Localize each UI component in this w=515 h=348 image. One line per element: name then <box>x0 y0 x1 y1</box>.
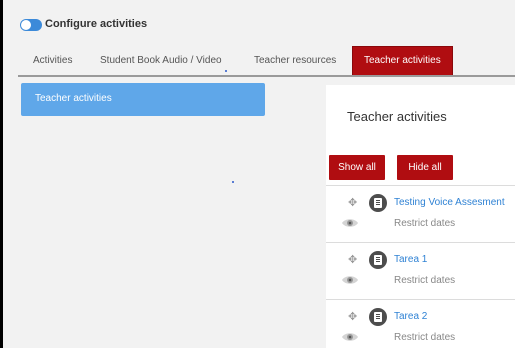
eye-icon[interactable] <box>342 218 358 228</box>
restrict-dates-link[interactable]: Restrict dates <box>394 275 455 286</box>
activity-link[interactable]: Testing Voice Assesment <box>394 197 505 208</box>
eye-icon[interactable] <box>342 332 358 342</box>
hide-all-button[interactable]: Hide all <box>397 155 453 180</box>
show-all-button[interactable]: Show all <box>329 155 385 180</box>
tab-teacher-activities[interactable]: Teacher activities <box>352 46 453 75</box>
move-icon[interactable]: ✥ <box>348 310 357 323</box>
move-icon[interactable]: ✥ <box>348 253 357 266</box>
cursor-dot <box>225 70 227 72</box>
page-title: Configure activities <box>45 18 148 30</box>
list-item: ✥ Testing Voice Assesment Restrict dates <box>326 185 515 242</box>
list-item: ✥ Tarea 2 Restrict dates <box>326 299 515 348</box>
activity-link[interactable]: Tarea 2 <box>394 311 427 322</box>
sidebar-item-teacher-activities[interactable]: Teacher activities <box>21 83 265 116</box>
cursor-dot <box>232 181 234 183</box>
eye-icon[interactable] <box>342 275 358 285</box>
tab-bar: Activities Student Book Audio / Video Te… <box>18 46 515 77</box>
panel-title: Teacher activities <box>347 109 447 124</box>
tab-teacher-resources[interactable]: Teacher resources <box>254 46 336 75</box>
activity-type-icon <box>369 251 387 269</box>
activity-link[interactable]: Tarea 1 <box>394 254 427 265</box>
toggle-knob <box>21 20 31 30</box>
move-icon[interactable]: ✥ <box>348 196 357 209</box>
activity-type-icon <box>369 308 387 326</box>
toggle-switch-icon[interactable] <box>20 19 42 31</box>
activities-panel: Teacher activities Show all Hide all ✥ T… <box>326 85 515 348</box>
restrict-dates-link[interactable]: Restrict dates <box>394 218 455 229</box>
list-item: ✥ Tarea 1 Restrict dates <box>326 242 515 299</box>
tab-activities[interactable]: Activities <box>33 46 72 75</box>
tab-student-book-audio-video[interactable]: Student Book Audio / Video <box>100 46 222 75</box>
restrict-dates-link[interactable]: Restrict dates <box>394 332 455 343</box>
header: Configure activities <box>3 0 515 46</box>
activity-type-icon <box>369 194 387 212</box>
configure-activities-window: Configure activities Activities Student … <box>3 0 515 348</box>
